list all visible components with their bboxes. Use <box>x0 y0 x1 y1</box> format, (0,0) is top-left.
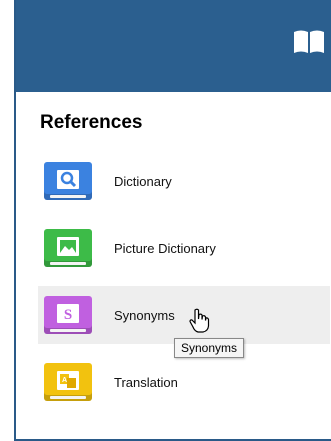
picture-book-icon <box>44 229 92 267</box>
svg-text:A: A <box>62 377 67 384</box>
hand-pointer-cursor-icon <box>189 308 210 333</box>
reference-list: Dictionary Picture Dictionary S Synonyms… <box>38 152 330 420</box>
translation-book-icon: A <box>44 363 92 401</box>
open-book-button[interactable] <box>289 26 329 58</box>
open-book-icon <box>294 30 324 53</box>
top-bar <box>16 0 331 92</box>
reference-item-label: Picture Dictionary <box>114 240 216 256</box>
tooltip: Synonyms <box>174 338 245 358</box>
reference-item-label: Synonyms <box>114 307 175 323</box>
synonyms-glyph: S <box>64 307 72 323</box>
reference-item-label: Translation <box>114 374 178 390</box>
references-panel: References Dictionary Picture Dictionary… <box>14 0 331 441</box>
reference-item-synonyms[interactable]: S Synonyms <box>38 286 330 344</box>
reference-item-dictionary[interactable]: Dictionary <box>38 152 330 210</box>
reference-item-picture-dictionary[interactable]: Picture Dictionary <box>38 219 330 277</box>
panel-title: References <box>40 112 143 133</box>
reference-item-label: Dictionary <box>114 173 172 189</box>
synonyms-book-icon: S <box>44 296 92 334</box>
magnifier-book-icon <box>44 162 92 200</box>
reference-item-translation[interactable]: A Translation <box>38 353 330 411</box>
